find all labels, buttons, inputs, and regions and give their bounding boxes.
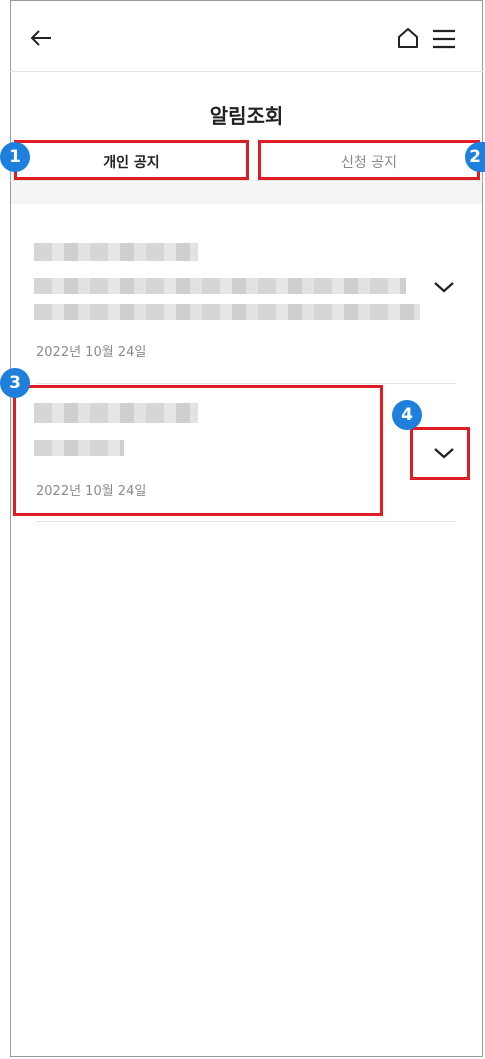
- tab-underline: [10, 180, 483, 181]
- notice-date: 2022년 10월 24일: [36, 345, 147, 360]
- divider: [36, 383, 456, 384]
- home-icon[interactable]: [397, 27, 419, 49]
- annotation-badge-1: 1: [0, 142, 30, 172]
- annotation-badge-3: 3: [0, 368, 30, 398]
- annotation-box-3: [13, 385, 383, 516]
- annotation-box-4: [410, 427, 470, 480]
- tab-personal-notice[interactable]: 개인 공지: [14, 140, 249, 180]
- tab-application-notice[interactable]: 신청 공지: [258, 140, 480, 180]
- hamburger-menu-icon[interactable]: [432, 29, 456, 49]
- page-title: 알림조회: [209, 104, 284, 128]
- divider: [36, 521, 456, 522]
- arrow-left-icon[interactable]: [30, 28, 52, 48]
- section-separator: [11, 182, 482, 204]
- chevron-down-icon[interactable]: [433, 280, 455, 294]
- notice-body-redacted: [34, 278, 406, 294]
- notice-body-redacted: [34, 304, 420, 320]
- annotation-badge-4: 4: [392, 400, 422, 430]
- notice-title-redacted: [34, 243, 198, 261]
